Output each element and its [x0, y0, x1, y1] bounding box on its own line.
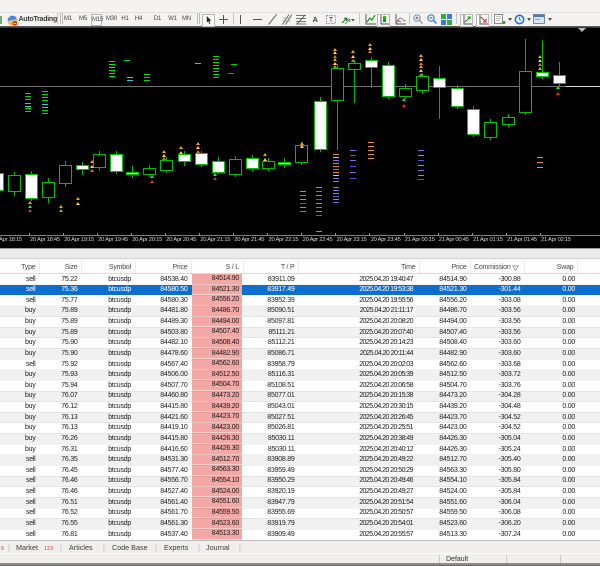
svg-text:T: T — [329, 17, 334, 24]
